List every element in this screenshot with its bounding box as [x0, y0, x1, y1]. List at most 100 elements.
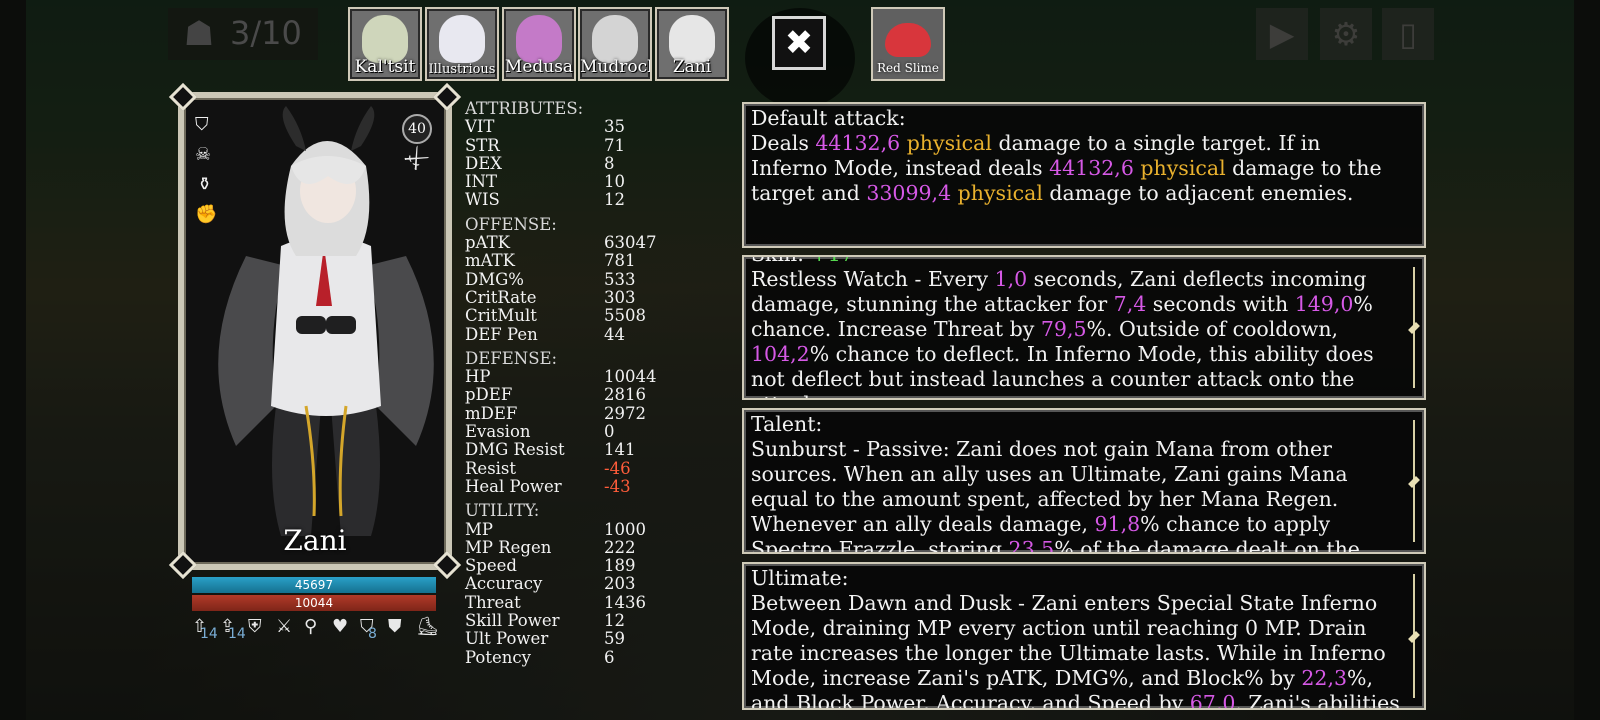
stat-label: DMG% [465, 269, 524, 289]
ultimate-panel[interactable]: Ultimate: Between Dawn and Dusk - Zani e… [742, 562, 1426, 710]
stat-label: Heal Power [465, 476, 562, 496]
stat-label: Speed [465, 556, 517, 576]
stat-row: HP 10044 [465, 367, 665, 387]
party-portrait-illustrious[interactable]: Illustrious [425, 7, 499, 81]
stats-panel: ATTRIBUTES: VIT 35 STR 71 DEX 8 INT 10 WIS 12 OFFEN… [465, 99, 665, 667]
stat-row: Evasion 0 [465, 422, 665, 441]
default-attack-title: Default attack: [751, 106, 906, 130]
stats-section-attributes: ATTRIBUTES: [465, 99, 584, 118]
stat-label: Ult Power [465, 629, 549, 649]
stat-row: WIS 12 [465, 190, 665, 210]
stat-label: HP [465, 367, 491, 387]
stat-value: 203 [604, 574, 636, 594]
tank-class-icon: ⛉ [195, 114, 209, 135]
stat-value: 2816 [604, 385, 646, 405]
portrait-name: Medusa [504, 57, 574, 77]
stat-row: VIT 35 [465, 117, 665, 136]
stat-value: 222 [604, 537, 636, 557]
buff-row: ⇧ 14 ⇪ 14 ⛨ ⚔ ⚲ ♥ ⛉ 8 ⛊ ⛸ [192, 616, 442, 642]
stat-value: 12 [604, 190, 625, 210]
talent-title: Talent: [751, 412, 823, 436]
stat-value: 2972 [604, 403, 646, 423]
portrait-face-icon [669, 15, 715, 63]
stat-row: CritMult 5508 [465, 306, 665, 326]
stat-value: 44 [604, 324, 625, 344]
heart-icon[interactable]: ♥ [332, 616, 348, 637]
stat-row: DEF Pen 44 [465, 324, 665, 344]
stat-label: Threat [465, 592, 521, 612]
stat-row: STR 71 [465, 135, 665, 155]
talent-panel[interactable]: Talent: Sunburst - Passive: Zani does no… [742, 408, 1426, 554]
stat-label: mDEF [465, 403, 518, 423]
guard-icon[interactable]: ⛊ [388, 616, 402, 637]
stat-value: -43 [604, 476, 631, 496]
stat-value: -46 [604, 458, 631, 478]
stat-value: 10 [604, 172, 625, 192]
stat-label: STR [465, 135, 500, 155]
letterbox-right [1574, 0, 1600, 720]
settings-button[interactable]: ⚙ [1320, 8, 1372, 60]
stat-label: DMG Resist [465, 440, 565, 460]
stat-label: CritMult [465, 306, 537, 326]
stat-value: 303 [604, 287, 636, 307]
close-button[interactable]: ✖ [772, 16, 826, 70]
buff-stack-count: 14 [200, 626, 218, 642]
stats-section-offense: OFFENSE: [465, 214, 557, 234]
boot-icon[interactable]: ⛸ [416, 616, 439, 637]
party-portrait-kaltsit[interactable]: Kal'tsit [348, 7, 422, 81]
wave-counter: 3/10 [230, 14, 302, 52]
stat-row: Resist -46 [465, 458, 665, 478]
stat-row: mDEF 2972 [465, 403, 665, 423]
stat-value: 5508 [604, 306, 646, 326]
stat-row: DMG Resist 141 [465, 440, 665, 460]
red-slime-icon [885, 23, 931, 57]
stat-row: Potency 6 [465, 648, 665, 667]
enemy-portrait[interactable]: Red Slime [871, 7, 945, 81]
stat-value: 1000 [604, 519, 646, 539]
stat-value: 781 [604, 251, 636, 271]
scrollbar[interactable] [1410, 267, 1418, 388]
stat-label: DEX [465, 153, 503, 173]
stats-section-defense: DEFENSE: [465, 348, 558, 368]
stat-row: Skill Power 12 [465, 611, 665, 631]
play-button[interactable]: ▶ [1256, 8, 1308, 60]
skull-icon: ☠ [195, 144, 212, 165]
stat-label: CritRate [465, 287, 537, 307]
scrollbar[interactable] [1410, 574, 1418, 698]
party-portrait-medusa[interactable]: Medusa [502, 7, 576, 81]
stat-row: CritRate 303 [465, 287, 665, 307]
stat-value: 1436 [604, 592, 646, 612]
stat-row: MP 1000 [465, 519, 665, 539]
enemy-name: Red Slime [876, 61, 939, 75]
stat-row: INT 10 [465, 172, 665, 192]
sword-icon[interactable]: ⚔ [276, 616, 292, 637]
stat-row: MP Regen 222 [465, 537, 665, 557]
portrait-face-icon [362, 15, 408, 63]
stat-label: pDEF [465, 385, 513, 405]
stats-section-utility: UTILITY: [465, 501, 540, 521]
stat-row: DMG% 533 [465, 269, 665, 289]
magnify-icon[interactable]: ⚲ [304, 616, 317, 637]
stat-label: Skill Power [465, 611, 560, 631]
party-portrait-zani[interactable]: Zani [655, 7, 729, 81]
character-name: Zani [283, 524, 347, 557]
default-attack-panel: Default attack: Deals 44132,6 physical d… [742, 102, 1426, 248]
stat-value: 59 [604, 629, 625, 649]
portrait-name: Illustrious [428, 62, 496, 77]
scrollbar[interactable] [1410, 420, 1418, 542]
stat-value: 12 [604, 611, 625, 631]
buff-stack-count: 14 [228, 626, 246, 642]
portrait-name: Zani [672, 57, 712, 77]
exit-button[interactable]: ▯ [1382, 8, 1434, 60]
skill-panel[interactable]: Skill: +17 Restless Watch - Every 1,0 se… [742, 255, 1426, 400]
health-bar: 10044 [192, 595, 436, 611]
ultimate-text: Between Dawn and Dusk - Zani enters Spec… [751, 591, 1400, 710]
stat-value: 8 [604, 153, 615, 173]
defense-up-icon[interactable]: ⛨ [248, 616, 262, 637]
ultimate-title: Ultimate: [751, 566, 849, 590]
fist-icon: ✊ [195, 204, 218, 225]
stat-label: Resist [465, 458, 517, 478]
stat-label: mATK [465, 251, 515, 271]
stat-value: 71 [604, 135, 625, 155]
party-portrait-mudrock[interactable]: Mudrock [578, 7, 652, 81]
